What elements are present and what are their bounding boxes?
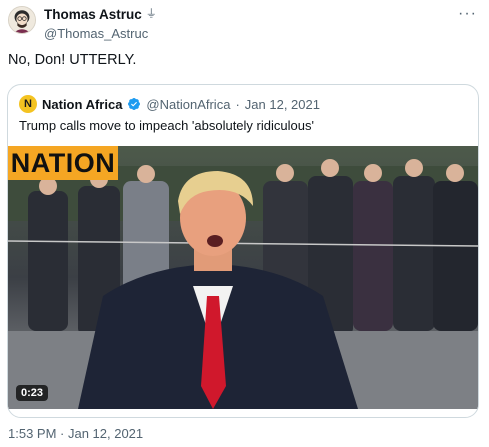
tweet-text: No, Don! UTTERLY.	[8, 52, 137, 68]
quoted-author-name[interactable]: Nation Africa	[42, 97, 122, 112]
avatar-image	[9, 7, 35, 33]
quoted-tweet-header: N Nation Africa @NationAfrica · Jan 12, …	[19, 95, 320, 113]
quoted-date[interactable]: Jan 12, 2021	[245, 97, 320, 112]
quoted-author-handle[interactable]: @NationAfrica	[146, 97, 230, 112]
video-frame	[8, 146, 478, 409]
verified-badge-icon	[128, 98, 141, 110]
nation-brand-logo: NATION	[8, 146, 118, 180]
video-player[interactable]: NATION 0:23	[8, 146, 478, 409]
author-handle[interactable]: @Thomas_Astruc	[44, 26, 474, 41]
more-options-icon[interactable]: ···	[458, 6, 477, 22]
tweet-timestamp[interactable]: 1:53 PM · Jan 12, 2021	[8, 426, 143, 441]
author-name[interactable]: Thomas Astruc	[44, 7, 142, 22]
nation-logo-text: NATION	[10, 147, 116, 178]
automated-account-icon[interactable]: ⏚	[146, 9, 157, 20]
author-avatar[interactable]	[8, 6, 36, 34]
quoted-author-avatar[interactable]: N	[19, 95, 37, 113]
quoted-tweet-text: Trump calls move to impeach 'absolutely …	[19, 118, 314, 133]
quoted-tweet[interactable]: N Nation Africa @NationAfrica · Jan 12, …	[7, 84, 479, 418]
separator-dot: ·	[235, 96, 240, 112]
tweet-header: Thomas Astruc ⏚ @Thomas_Astruc	[44, 6, 474, 41]
video-duration: 0:23	[16, 385, 49, 401]
